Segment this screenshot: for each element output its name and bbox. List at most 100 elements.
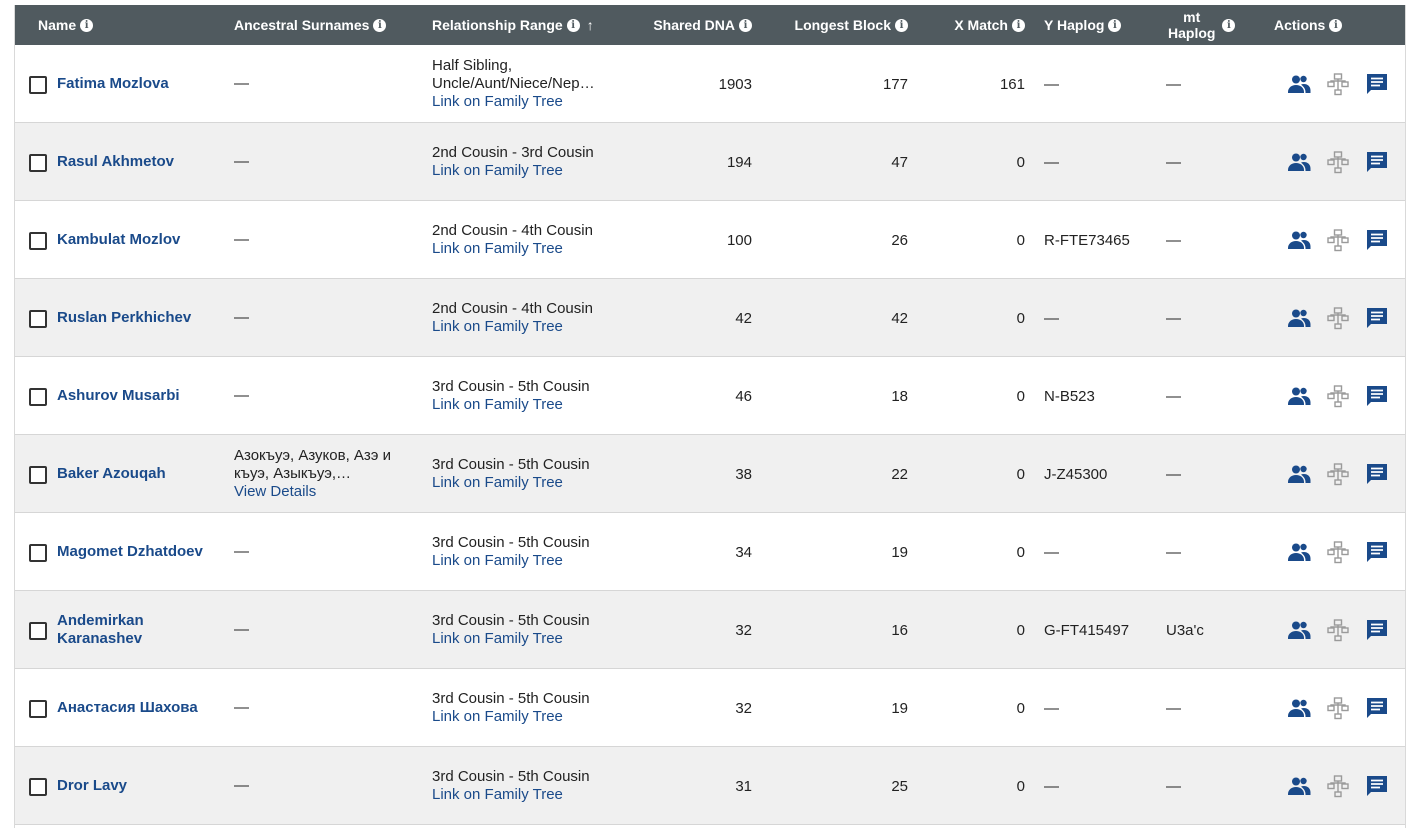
link-on-family-tree[interactable]: Link on Family Tree [432, 630, 563, 648]
family-tree-icon[interactable] [1326, 150, 1350, 174]
family-tree-icon[interactable] [1326, 72, 1350, 96]
info-icon[interactable]: i [373, 18, 387, 32]
family-tree-icon[interactable] [1326, 384, 1350, 408]
family-tree-icon[interactable] [1326, 540, 1350, 564]
y-haplog-value: — [1044, 309, 1059, 327]
message-icon[interactable] [1365, 306, 1389, 330]
info-icon[interactable]: i [739, 18, 752, 32]
family-tree-icon[interactable] [1326, 618, 1350, 642]
people-icon[interactable] [1287, 618, 1311, 642]
info-icon[interactable]: i [80, 18, 94, 32]
message-icon[interactable] [1365, 774, 1389, 798]
family-tree-icon[interactable] [1326, 696, 1350, 720]
message-icon[interactable] [1365, 540, 1389, 564]
header-mthaplog[interactable]: mt Haplog i [1168, 5, 1236, 45]
ancestral-surnames: — [234, 747, 414, 825]
longest-block-value: 26 [891, 231, 908, 249]
row-checkbox[interactable] [29, 778, 47, 796]
link-on-family-tree[interactable]: Link on Family Tree [432, 786, 563, 804]
message-icon[interactable] [1365, 72, 1389, 96]
header-xmatch[interactable]: X Match i [915, 5, 1025, 45]
message-icon[interactable] [1365, 462, 1389, 486]
people-icon[interactable] [1287, 228, 1311, 252]
people-icon[interactable] [1287, 462, 1311, 486]
row-checkbox[interactable] [29, 154, 47, 172]
y-haplog-value: J-Z45300 [1044, 465, 1108, 483]
family-tree-icon[interactable] [1326, 228, 1350, 252]
header-longest[interactable]: Longest Block i [775, 5, 908, 45]
header-surnames-label: Ancestral Surnames [234, 17, 370, 33]
match-name-link[interactable]: Magomet Dzhatdoev [57, 513, 227, 591]
people-icon[interactable] [1287, 72, 1311, 96]
message-icon[interactable] [1365, 150, 1389, 174]
header-surnames[interactable]: Ancestral Surnames i [234, 5, 387, 45]
match-name-link[interactable]: Rasul Akhmetov [57, 123, 227, 201]
message-icon[interactable] [1365, 696, 1389, 720]
link-on-family-tree[interactable]: Link on Family Tree [432, 240, 563, 258]
header-xmatch-label: X Match [954, 17, 1008, 33]
people-icon[interactable] [1287, 774, 1311, 798]
row-checkbox[interactable] [29, 388, 47, 406]
people-icon[interactable] [1287, 306, 1311, 330]
header-mthaplog-line1: mt [1183, 9, 1201, 25]
mt-haplog-value: — [1166, 231, 1181, 249]
header-name[interactable]: Name i [38, 5, 94, 45]
link-on-family-tree[interactable]: Link on Family Tree [432, 396, 563, 414]
match-name-link[interactable]: Andemirkan Karanashev [57, 591, 227, 669]
row-checkbox[interactable] [29, 232, 47, 250]
header-shared[interactable]: Shared DNA i [615, 5, 752, 45]
row-checkbox[interactable] [29, 466, 47, 484]
match-table: Name i Ancestral Surnames i Relationship… [14, 5, 1406, 828]
sort-arrow-icon[interactable]: ↑ [587, 17, 594, 33]
shared-dna-value: 100 [726, 231, 752, 249]
match-name-link[interactable]: Ruslan Perkhichev [57, 279, 227, 357]
row-checkbox[interactable] [29, 544, 47, 562]
relationship-line1: Half Sibling, [432, 57, 513, 74]
ancestral-surnames: — [234, 591, 414, 669]
people-icon[interactable] [1287, 384, 1311, 408]
info-icon[interactable]: i [1222, 18, 1236, 32]
match-name-link[interactable]: Dror Lavy [57, 747, 227, 825]
y-haplog-value: R-FTE73465 [1044, 231, 1130, 249]
link-on-family-tree[interactable]: Link on Family Tree [432, 474, 563, 492]
link-on-family-tree[interactable]: Link on Family Tree [432, 93, 563, 111]
people-icon[interactable] [1287, 150, 1311, 174]
x-match-value: 0 [1016, 543, 1025, 561]
message-icon[interactable] [1365, 228, 1389, 252]
surnames-line1: Азокъуэ, Азуков, Азэ и [234, 447, 391, 464]
row-checkbox[interactable] [29, 76, 47, 94]
row-checkbox[interactable] [29, 622, 47, 640]
link-on-family-tree[interactable]: Link on Family Tree [432, 552, 563, 570]
family-tree-icon[interactable] [1326, 774, 1350, 798]
info-icon[interactable]: i [1012, 18, 1025, 32]
match-name-link[interactable]: Baker Azouqah [57, 435, 227, 513]
message-icon[interactable] [1365, 618, 1389, 642]
longest-block-value: 19 [891, 543, 908, 561]
match-name-link[interactable]: Kambulat Mozlov [57, 201, 227, 279]
people-icon[interactable] [1287, 696, 1311, 720]
x-match-value: 0 [1016, 465, 1025, 483]
row-checkbox[interactable] [29, 310, 47, 328]
row-checkbox[interactable] [29, 700, 47, 718]
view-details-link[interactable]: View Details [234, 483, 316, 501]
info-icon[interactable]: i [566, 18, 580, 32]
header-relationship-label: Relationship Range [432, 17, 563, 33]
message-icon[interactable] [1365, 384, 1389, 408]
match-name-link[interactable]: Анастасия Шахова [57, 669, 227, 747]
match-name-link[interactable]: Ashurov Musarbi [57, 357, 227, 435]
people-icon[interactable] [1287, 540, 1311, 564]
header-relationship[interactable]: Relationship Range i ↑ [432, 5, 594, 45]
longest-block-value: 22 [891, 465, 908, 483]
link-on-family-tree[interactable]: Link on Family Tree [432, 318, 563, 336]
family-tree-icon[interactable] [1326, 306, 1350, 330]
info-icon[interactable]: i [895, 18, 908, 32]
match-name-link[interactable]: Fatima Mozlova [57, 45, 227, 123]
link-on-family-tree[interactable]: Link on Family Tree [432, 708, 563, 726]
longest-block-value: 19 [891, 699, 908, 717]
mt-haplog-value: — [1166, 465, 1181, 483]
family-tree-icon[interactable] [1326, 462, 1350, 486]
info-icon[interactable]: i [1108, 18, 1122, 32]
info-icon[interactable]: i [1329, 18, 1343, 32]
header-yhaplog[interactable]: Y Haplog i [1044, 5, 1122, 45]
link-on-family-tree[interactable]: Link on Family Tree [432, 162, 563, 180]
